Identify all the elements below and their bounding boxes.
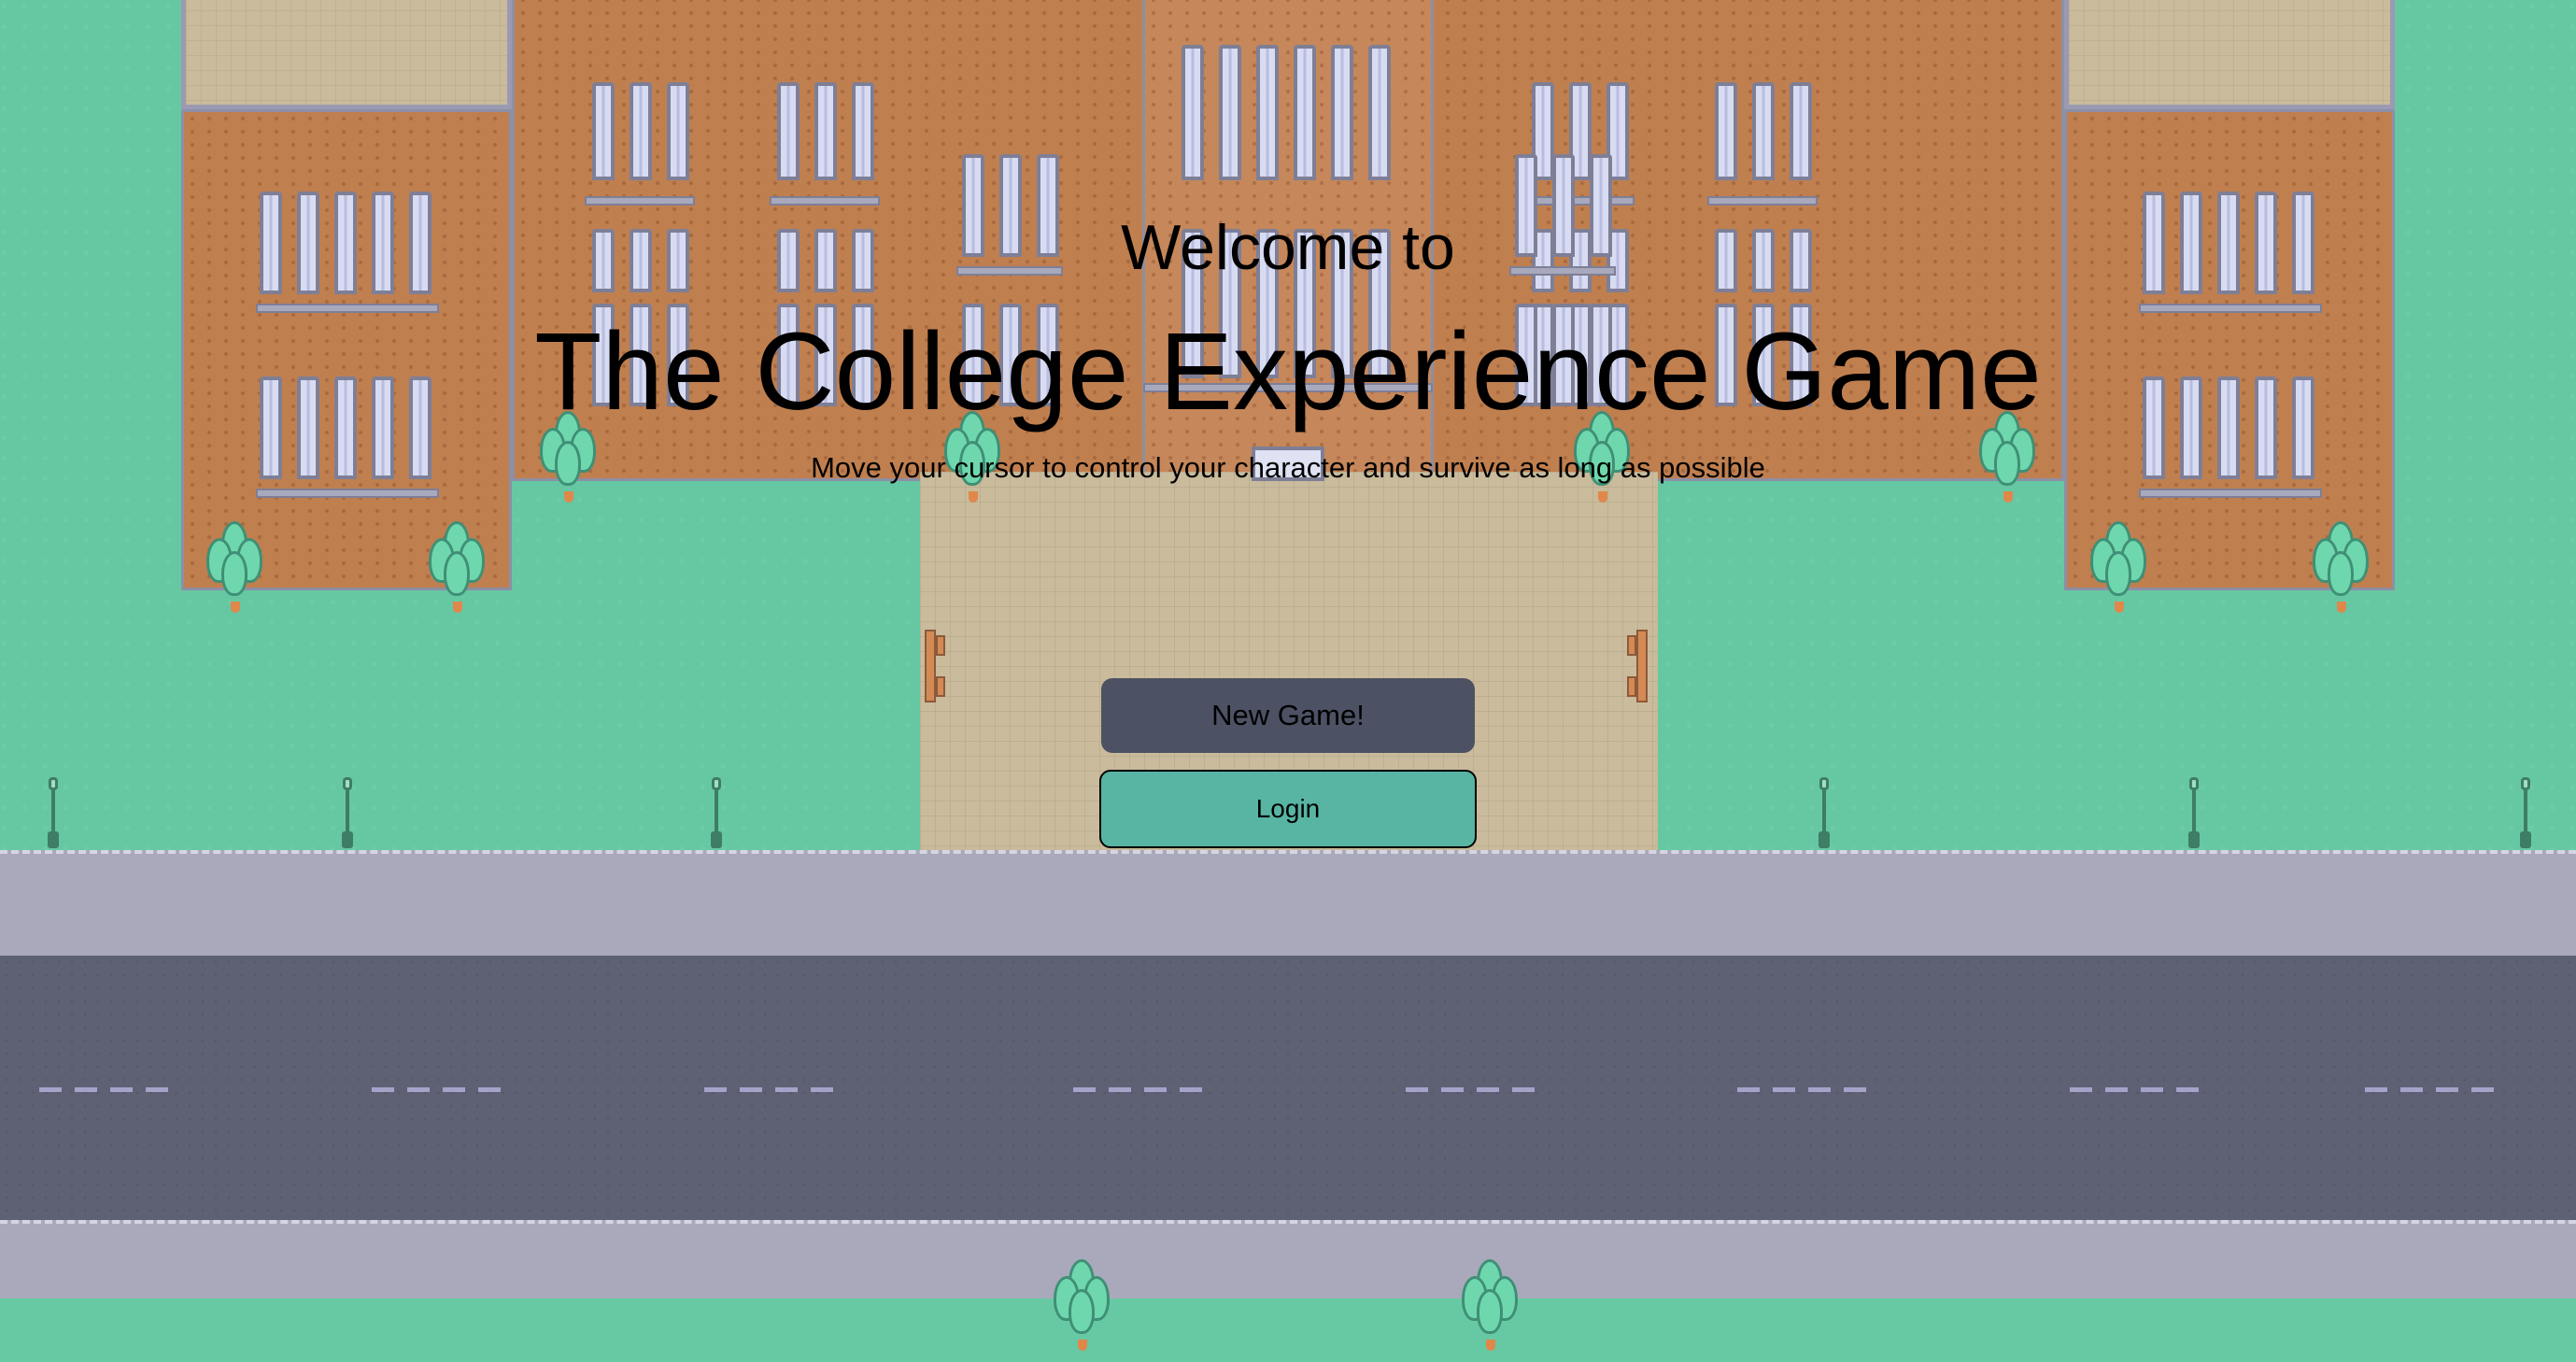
title-screen-overlay: Welcome to The College Experience Game M… bbox=[0, 0, 2576, 1298]
welcome-heading: Welcome to bbox=[1121, 212, 1455, 283]
new-game-button[interactable]: New Game! bbox=[1101, 678, 1475, 753]
instructions-text: Move your cursor to control your charact… bbox=[811, 451, 1765, 484]
login-button[interactable]: Login bbox=[1099, 770, 1477, 848]
game-title: The College Experience Game bbox=[534, 310, 2042, 433]
